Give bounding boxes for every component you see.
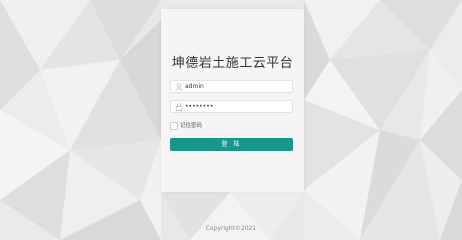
lock-icon	[175, 103, 183, 111]
username-field	[170, 80, 293, 93]
login-button[interactable]: 登 陆	[170, 138, 293, 151]
password-field	[170, 100, 293, 113]
app-title: 坤德岩土施工云平台	[171, 56, 294, 71]
remember-checkbox[interactable]	[170, 122, 178, 130]
password-input[interactable]	[185, 101, 289, 112]
remember-label: 记住密码	[180, 123, 203, 129]
copyright-text: Copyright©2021	[205, 225, 257, 232]
user-icon	[175, 83, 183, 91]
username-input[interactable]	[185, 81, 289, 92]
